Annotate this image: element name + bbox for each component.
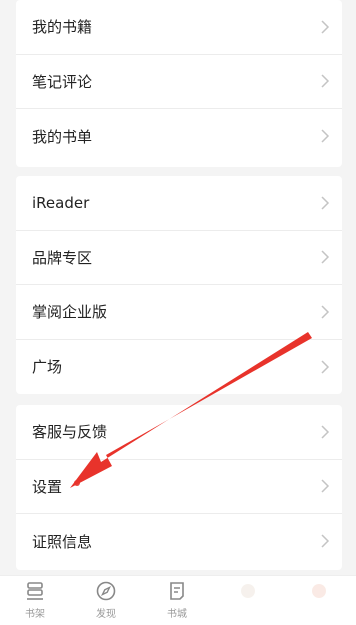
menu-group-service: 客服与反馈 设置 证照信息	[16, 405, 342, 570]
menu-group-brand: iReader 品牌专区 掌阅企业版 广场	[16, 176, 342, 394]
menu-item-ireader[interactable]: iReader	[16, 176, 342, 231]
chevron-right-icon	[321, 74, 330, 88]
menu-item-enterprise[interactable]: 掌阅企业版	[16, 285, 342, 340]
chevron-right-icon	[321, 129, 330, 143]
menu-item-notes-comments[interactable]: 笔记评论	[16, 55, 342, 109]
faded-icon	[241, 584, 255, 598]
chevron-right-icon	[321, 534, 330, 548]
chevron-right-icon	[321, 425, 330, 439]
menu-item-label: 品牌专区	[32, 248, 93, 267]
menu-item-label: 我的书籍	[32, 18, 93, 37]
menu-item-plaza[interactable]: 广场	[16, 340, 342, 395]
chevron-right-icon	[321, 479, 330, 493]
tab-bookstore[interactable]: 书城	[152, 580, 202, 620]
bookstore-icon	[170, 582, 184, 600]
menu-item-label: 笔记评论	[32, 72, 93, 91]
menu-item-label: 客服与反馈	[32, 423, 108, 442]
menu-group-library: 我的书籍 笔记评论 我的书单	[16, 0, 342, 167]
tab-faded-1[interactable]	[223, 580, 273, 605]
menu-item-label: 我的书单	[32, 127, 93, 146]
chevron-right-icon	[321, 360, 330, 374]
compass-icon	[96, 581, 116, 601]
tab-label: 书架	[25, 609, 45, 620]
menu-item-settings[interactable]: 设置	[16, 460, 342, 514]
bookshelf-icon	[27, 582, 43, 600]
menu-item-my-books[interactable]: 我的书籍	[16, 0, 342, 55]
tab-bookshelf[interactable]: 书架	[10, 580, 60, 620]
menu-item-label: 广场	[32, 358, 63, 377]
menu-item-my-booklists[interactable]: 我的书单	[16, 109, 342, 164]
menu-item-support-feedback[interactable]: 客服与反馈	[16, 405, 342, 460]
menu-item-label: 设置	[32, 477, 63, 496]
tab-faded-2[interactable]	[294, 580, 344, 605]
notification-dot	[74, 479, 80, 486]
tab-label: 发现	[96, 609, 116, 620]
menu-item-label: 掌阅企业版	[32, 303, 108, 322]
menu-item-label: iReader	[32, 193, 90, 212]
menu-item-licenses[interactable]: 证照信息	[16, 514, 342, 569]
tab-label: 书城	[167, 609, 187, 620]
menu-item-brand-zone[interactable]: 品牌专区	[16, 231, 342, 285]
chevron-right-icon	[321, 305, 330, 319]
chevron-right-icon	[321, 20, 330, 34]
bottom-tab-bar: 书架 发现 书城	[0, 575, 356, 625]
tab-discover[interactable]: 发现	[81, 580, 131, 620]
chevron-right-icon	[321, 196, 330, 210]
faded-icon	[312, 584, 326, 598]
menu-item-label: 证照信息	[32, 532, 93, 551]
chevron-right-icon	[321, 250, 330, 264]
